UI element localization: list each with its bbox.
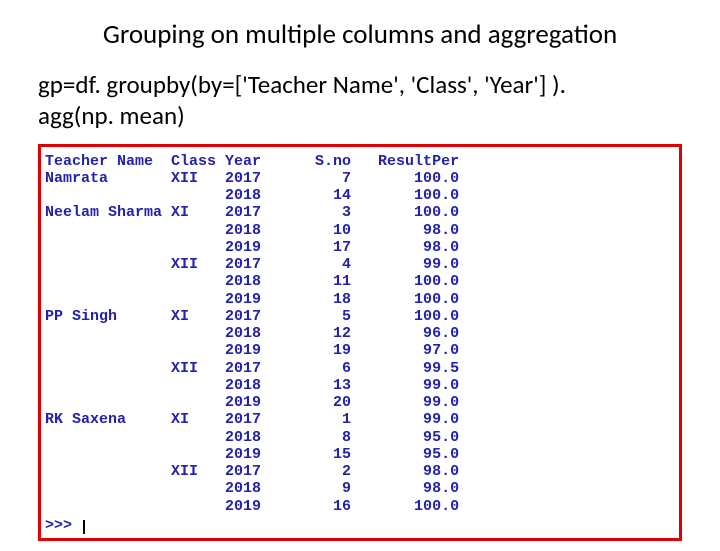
- page-title: Grouping on multiple columns and aggrega…: [30, 18, 690, 51]
- code-snippet: gp=df. groupby(by=['Teacher Name', 'Clas…: [38, 69, 690, 132]
- terminal-output-frame: Teacher Name Class Year S.no ResultPer N…: [38, 144, 682, 541]
- code-line-1: gp=df. groupby(by=['Teacher Name', 'Clas…: [38, 69, 566, 100]
- cursor-icon: [83, 520, 85, 534]
- code-line-2: agg(np. mean): [38, 100, 185, 131]
- python-prompt: >>>: [45, 517, 675, 534]
- terminal-output: Teacher Name Class Year S.no ResultPer N…: [45, 153, 675, 515]
